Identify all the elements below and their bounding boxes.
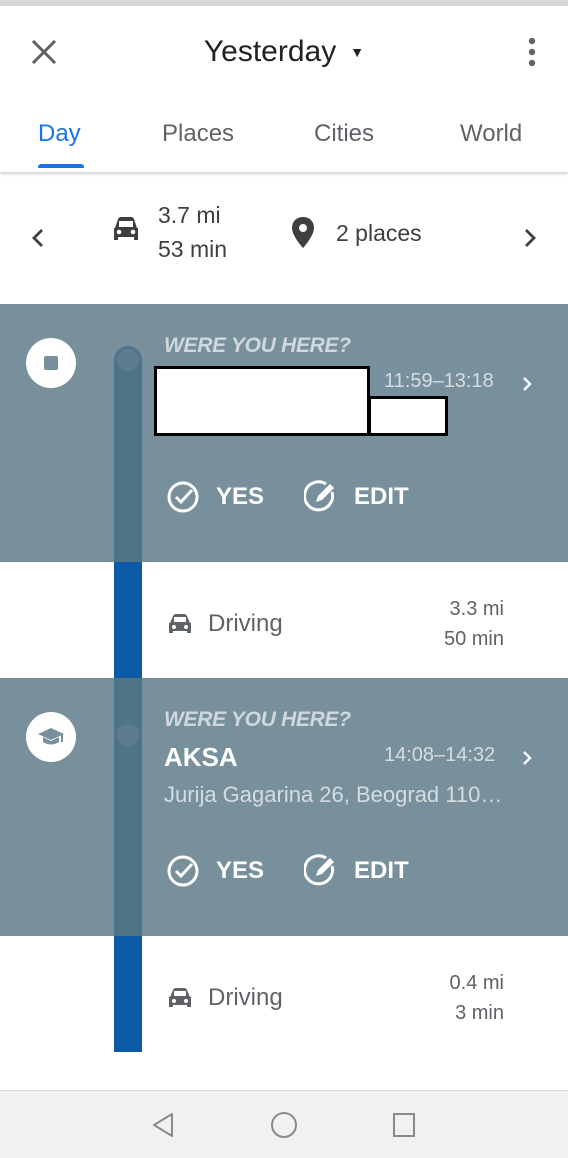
edit-label: EDIT bbox=[354, 857, 409, 884]
more-vert-icon bbox=[528, 37, 536, 67]
edit-button[interactable]: EDIT bbox=[304, 854, 409, 888]
car-icon bbox=[114, 217, 138, 240]
redacted-place-address bbox=[368, 396, 448, 436]
drive-distance: 0.4 mi bbox=[449, 972, 504, 994]
next-day-button[interactable] bbox=[520, 224, 540, 252]
home-icon[interactable] bbox=[270, 1111, 298, 1139]
system-navigation-bar bbox=[0, 1090, 568, 1158]
more-options-button[interactable] bbox=[526, 36, 538, 68]
chevron-right-icon[interactable] bbox=[520, 374, 534, 394]
car-icon bbox=[169, 614, 191, 633]
check-circle-icon bbox=[167, 855, 199, 887]
visit-time: 11:59–13:18 bbox=[384, 370, 494, 392]
timeline-visit-bar bbox=[114, 678, 142, 936]
app-header: Yesterday ▼ Day Places Cities World bbox=[0, 6, 568, 172]
activity-type-label: Driving bbox=[208, 984, 283, 1011]
recents-icon[interactable] bbox=[392, 1112, 416, 1138]
redacted-place-name bbox=[154, 366, 370, 436]
edit-button[interactable]: EDIT bbox=[304, 480, 409, 514]
school-icon bbox=[38, 728, 64, 745]
edit-pencil-icon bbox=[304, 480, 335, 512]
check-circle-icon bbox=[167, 481, 199, 513]
tab-cities[interactable]: Cities bbox=[314, 120, 374, 148]
place-name: AKSA bbox=[164, 742, 238, 772]
visit-prompt: WERE YOU HERE? bbox=[164, 708, 351, 731]
yes-label: YES bbox=[216, 483, 265, 510]
tab-day[interactable]: Day bbox=[38, 120, 81, 148]
yes-label: YES bbox=[216, 857, 265, 884]
drive-duration: 50 min bbox=[443, 628, 504, 650]
car-icon bbox=[169, 988, 191, 1007]
activity-type-label: Driving bbox=[208, 610, 283, 637]
active-tab-indicator bbox=[38, 164, 84, 168]
summary-places: 2 places bbox=[336, 220, 422, 246]
previous-day-button[interactable] bbox=[28, 224, 48, 252]
summary-distance: 3.7 mi bbox=[158, 202, 221, 228]
confirm-yes-button[interactable]: YES bbox=[166, 480, 264, 514]
visit-type-badge bbox=[26, 338, 76, 388]
tab-bar: Day Places Cities World bbox=[0, 114, 568, 166]
timeline-dot bbox=[117, 724, 139, 746]
confirm-yes-button[interactable]: YES bbox=[166, 854, 264, 888]
summary-duration: 53 min bbox=[158, 236, 228, 262]
timeline-visit-bar bbox=[114, 346, 142, 562]
place-address: Jurija Gagarina 26, Beograd 110… bbox=[164, 782, 503, 807]
tab-world[interactable]: World bbox=[460, 120, 522, 148]
drive-stats: 3.3 mi 50 min bbox=[444, 594, 504, 654]
summary-distance-duration: 3.7 mi 53 min bbox=[158, 198, 227, 266]
edit-pencil-icon bbox=[304, 854, 335, 886]
page-title: Yesterday bbox=[203, 35, 337, 68]
edit-label: EDIT bbox=[354, 483, 409, 510]
visit-type-badge bbox=[26, 712, 76, 762]
back-icon[interactable] bbox=[150, 1111, 176, 1139]
date-selector[interactable]: Yesterday ▼ bbox=[0, 32, 568, 72]
visit-time: 14:08–14:32 bbox=[384, 744, 496, 766]
day-summary: 3.7 mi 53 min 2 places bbox=[0, 172, 568, 304]
drive-duration: 3 min bbox=[455, 1002, 504, 1024]
drive-stats: 0.4 mi 3 min bbox=[450, 968, 504, 1028]
stop-icon bbox=[44, 356, 58, 370]
timeline-drive-bar bbox=[114, 936, 142, 1052]
timeline-dot bbox=[117, 349, 139, 371]
visit-prompt: WERE YOU HERE? bbox=[164, 334, 351, 357]
drive-distance: 3.3 mi bbox=[449, 598, 504, 620]
dropdown-caret-icon: ▼ bbox=[350, 44, 365, 60]
timeline-drive-bar bbox=[114, 562, 142, 678]
place-pin-icon bbox=[292, 217, 314, 248]
tab-places[interactable]: Places bbox=[162, 120, 234, 148]
chevron-right-icon[interactable] bbox=[520, 748, 534, 768]
